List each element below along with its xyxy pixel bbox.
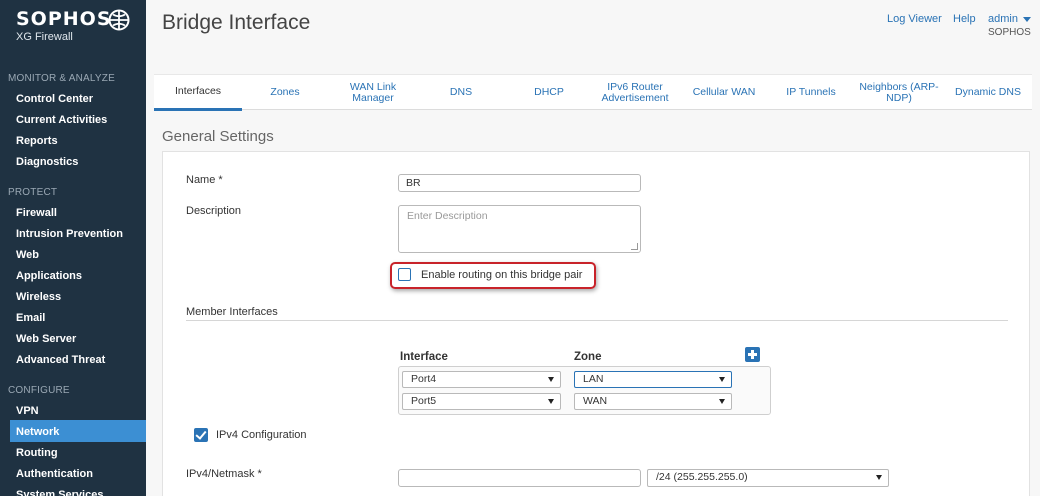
name-input[interactable]: BR [398,174,641,192]
add-member-button[interactable] [745,347,760,362]
tab-interfaces[interactable]: Interfaces [154,75,242,111]
interface-column-header: Interface [400,351,448,363]
sidebar: SOPHOS XG Firewall MONITOR & ANALYZE Con… [0,0,146,496]
nav-routing[interactable]: Routing [16,446,58,460]
member-interface-value: Port4 [411,373,437,385]
ipv4-config-label: IPv4 Configuration [216,429,307,441]
ipv4-config-checkbox[interactable] [194,428,208,442]
ipv4-netmask-label: IPv4/Netmask * [186,468,262,480]
tab-dns[interactable]: DNS [420,75,502,110]
tab-bar: Interfaces Zones WAN Link Manager DNS DH… [154,74,1032,111]
nav-web-server[interactable]: Web Server [16,332,76,346]
member-interfaces-divider [186,320,1008,321]
tab-cellular-wan[interactable]: Cellular WAN [682,75,766,110]
routing-checkbox[interactable] [398,268,411,281]
dropdown-arrow-icon [548,377,554,382]
member-zone-value: WAN [583,395,608,407]
nav-section-monitor: MONITOR & ANALYZE [8,73,115,84]
zone-column-header: Zone [574,351,602,363]
nav-email[interactable]: Email [16,311,45,325]
description-label: Description [186,205,242,217]
admin-menu[interactable]: admin [988,13,1032,25]
member-zone-value: LAN [583,373,604,385]
name-label: Name * [186,174,223,186]
product-name: XG Firewall [16,31,73,43]
caret-down-icon [1023,16,1032,22]
nav-diagnostics[interactable]: Diagnostics [16,155,78,169]
brand-name: SOPHOS [16,8,112,30]
globe-logo-icon [108,9,130,31]
nav-vpn[interactable]: VPN [16,404,39,418]
member-interface-select[interactable]: Port5 [402,393,561,410]
member-interface-select[interactable]: Port4 [402,371,561,388]
tab-ipv6-router-advertisement[interactable]: IPv6 Router Advertisement [594,75,676,110]
dropdown-arrow-icon [548,399,554,404]
routing-checkbox-label: Enable routing on this bridge pair [421,269,583,281]
resize-grip-icon[interactable] [631,243,638,250]
dropdown-arrow-icon [719,399,725,404]
nav-intrusion-prevention[interactable]: Intrusion Prevention [16,227,123,241]
nav-control-center[interactable]: Control Center [16,92,93,106]
nav-current-activities[interactable]: Current Activities [16,113,107,127]
nav-reports[interactable]: Reports [16,134,58,148]
member-zone-select[interactable]: WAN [574,393,732,410]
log-viewer-link[interactable]: Log Viewer [887,13,942,25]
ipv4-address-input[interactable] [398,469,641,487]
nav-authentication[interactable]: Authentication [16,467,93,481]
nav-advanced-threat[interactable]: Advanced Threat [16,353,105,367]
tab-ip-tunnels[interactable]: IP Tunnels [770,75,852,110]
sophos-logo[interactable]: SOPHOS XG Firewall [16,8,130,43]
nav-web[interactable]: Web [16,248,39,262]
member-zone-select[interactable]: LAN [574,371,732,388]
general-settings-panel [162,151,1030,496]
nav-system-services[interactable]: System Services [16,488,103,496]
member-interfaces-label: Member Interfaces [186,306,278,318]
tab-dhcp[interactable]: DHCP [508,75,590,110]
netmask-select[interactable]: /24 (255.255.255.0) [647,469,889,487]
nav-section-configure: CONFIGURE [8,385,70,396]
admin-org: SOPHOS [988,27,1031,38]
tab-dynamic-dns[interactable]: Dynamic DNS [946,75,1030,110]
nav-network[interactable]: Network [16,425,59,439]
dropdown-arrow-icon [876,475,882,480]
admin-label: admin [988,13,1018,25]
nav-section-protect: PROTECT [8,187,58,198]
nav-applications[interactable]: Applications [16,269,82,283]
tab-neighbors[interactable]: Neighbors (ARP-NDP) [856,75,942,110]
description-placeholder: Enter Description [407,210,488,222]
page-title: Bridge Interface [162,11,311,34]
help-link[interactable]: Help [953,13,976,25]
tab-wan-link-manager[interactable]: WAN Link Manager [332,75,414,110]
member-interface-value: Port5 [411,395,437,407]
nav-firewall[interactable]: Firewall [16,206,57,220]
section-title-general-settings: General Settings [162,128,274,145]
tab-zones[interactable]: Zones [244,75,326,110]
nav-wireless[interactable]: Wireless [16,290,61,304]
dropdown-arrow-icon [719,377,725,382]
description-textarea[interactable]: Enter Description [398,205,641,253]
netmask-value: /24 (255.255.255.0) [656,471,748,483]
